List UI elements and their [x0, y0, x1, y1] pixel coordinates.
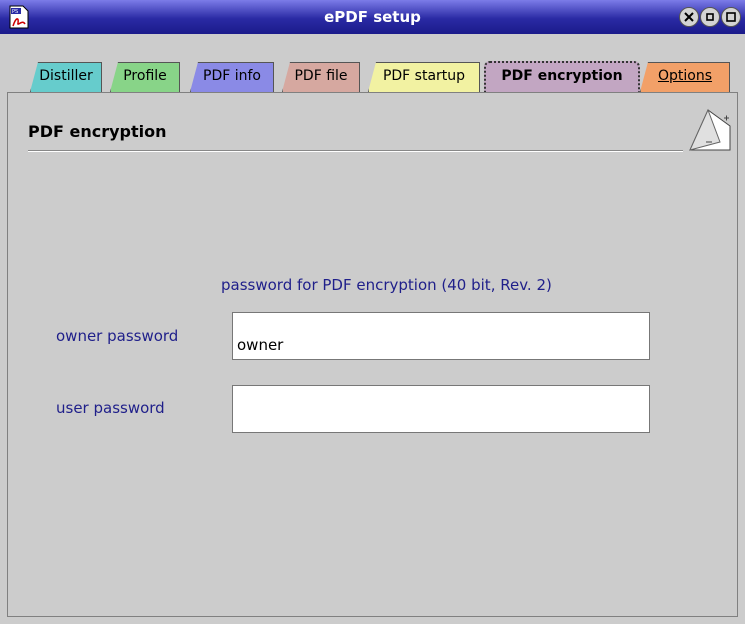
- page-title: PDF encryption: [28, 122, 167, 141]
- tab-label: Distiller: [39, 68, 93, 84]
- epdf-setup-window: PS ePDF setup Distiller Profile PDF info…: [0, 0, 745, 624]
- tab-label: Options: [657, 68, 713, 84]
- owner-password-label: owner password: [56, 327, 179, 345]
- tab-pdf-startup[interactable]: PDF startup: [368, 62, 480, 92]
- tab-label: PDF info: [203, 68, 261, 84]
- close-icon[interactable]: [679, 7, 699, 27]
- tab-pdf-info[interactable]: PDF info: [190, 62, 274, 92]
- owner-password-field[interactable]: [232, 312, 650, 360]
- tab-label: Profile: [123, 68, 167, 84]
- tab-options[interactable]: Options: [640, 62, 730, 92]
- user-password-field[interactable]: [232, 385, 650, 433]
- title-divider: [28, 150, 683, 152]
- page-curl-icon[interactable]: [688, 108, 732, 152]
- tab-label: PDF encryption: [501, 68, 623, 84]
- encryption-description: password for PDF encryption (40 bit, Rev…: [221, 276, 552, 294]
- maximize-icon[interactable]: [721, 7, 741, 27]
- tab-distiller[interactable]: Distiller: [30, 62, 102, 92]
- tab-pdf-encryption[interactable]: PDF encryption: [484, 61, 640, 93]
- tab-label: PDF file: [294, 68, 348, 84]
- tab-bar: Distiller Profile PDF info PDF file PDF …: [0, 34, 745, 93]
- minimize-icon[interactable]: [700, 7, 720, 27]
- user-password-label: user password: [56, 399, 165, 417]
- tab-profile[interactable]: Profile: [110, 62, 180, 92]
- title-bar[interactable]: PS ePDF setup: [0, 0, 745, 34]
- window-bottom-border: [0, 617, 745, 624]
- window-title: ePDF setup: [324, 8, 421, 26]
- tab-pdf-file[interactable]: PDF file: [282, 62, 360, 92]
- tab-label: PDF startup: [382, 68, 466, 84]
